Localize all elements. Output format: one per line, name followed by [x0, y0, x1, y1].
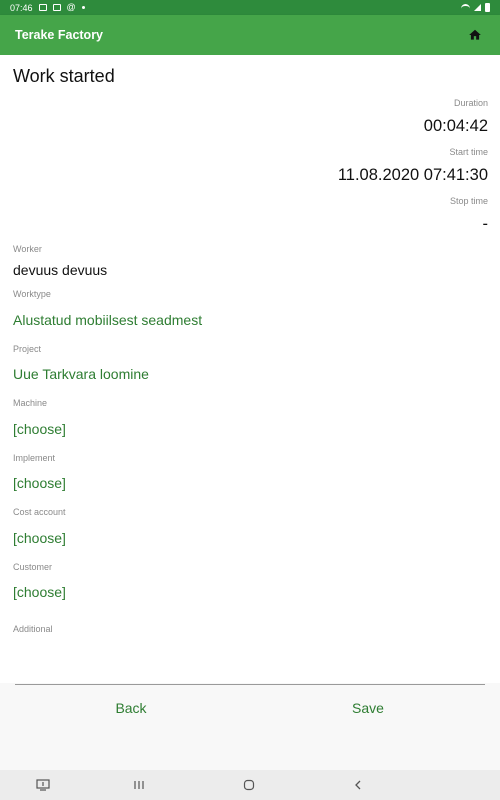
worker-label: Worker — [13, 244, 42, 254]
home-icon[interactable] — [465, 25, 485, 45]
duration-label: Duration — [453, 98, 488, 108]
wifi-icon — [461, 4, 470, 11]
battery-icon — [485, 3, 490, 12]
status-right — [461, 3, 490, 12]
additional-input[interactable] — [13, 645, 483, 675]
stop-time-value: - — [482, 215, 489, 233]
work-form: Work started Duration 00:04:42 Start tim… — [0, 55, 500, 683]
start-time-label: Start time — [449, 147, 488, 157]
worktype-selector[interactable]: Alustatud mobiilsest seadmest — [13, 312, 202, 328]
back-icon[interactable] — [350, 778, 366, 792]
start-time-value: 11.08.2020 07:41:30 — [337, 166, 488, 184]
cost-account-label: Cost account — [13, 507, 66, 517]
gallery-icon — [38, 4, 47, 11]
customer-label: Customer — [13, 562, 53, 572]
app-bar: Terake Factory — [0, 15, 500, 55]
page-title: Work started — [13, 66, 115, 86]
worker-value: devuus devuus — [13, 262, 108, 278]
app-title: Terake Factory — [15, 28, 104, 42]
customer-selector[interactable]: [choose] — [13, 584, 66, 600]
stop-time-label: Stop time — [449, 196, 488, 206]
cost-account-selector[interactable]: [choose] — [13, 530, 66, 546]
worktype-label: Worktype — [13, 289, 51, 299]
status-bar: 07:46 @ — [0, 0, 500, 15]
implement-selector[interactable]: [choose] — [13, 475, 66, 491]
contact-icon — [52, 4, 61, 11]
duration-value: 00:04:42 — [423, 117, 488, 135]
keyboard-icon[interactable] — [35, 778, 51, 792]
project-selector[interactable]: Uue Tarkvara loomine — [13, 366, 149, 382]
implement-label: Implement — [13, 453, 56, 463]
footer: Back Save — [0, 685, 500, 770]
signal-icon — [474, 4, 481, 11]
project-label: Project — [13, 344, 42, 354]
status-left: 07:46 @ — [10, 3, 85, 13]
dot-icon — [81, 6, 85, 9]
recents-icon[interactable] — [131, 778, 147, 792]
system-nav-bar — [0, 770, 500, 800]
machine-selector[interactable]: [choose] — [13, 421, 66, 437]
save-button[interactable]: Save — [308, 700, 428, 716]
additional-label: Additional — [13, 624, 53, 634]
home-circle-icon[interactable] — [241, 778, 257, 792]
status-time: 07:46 — [10, 2, 33, 13]
machine-label: Machine — [13, 398, 48, 408]
at-icon: @ — [66, 2, 76, 12]
back-button[interactable]: Back — [71, 700, 191, 716]
